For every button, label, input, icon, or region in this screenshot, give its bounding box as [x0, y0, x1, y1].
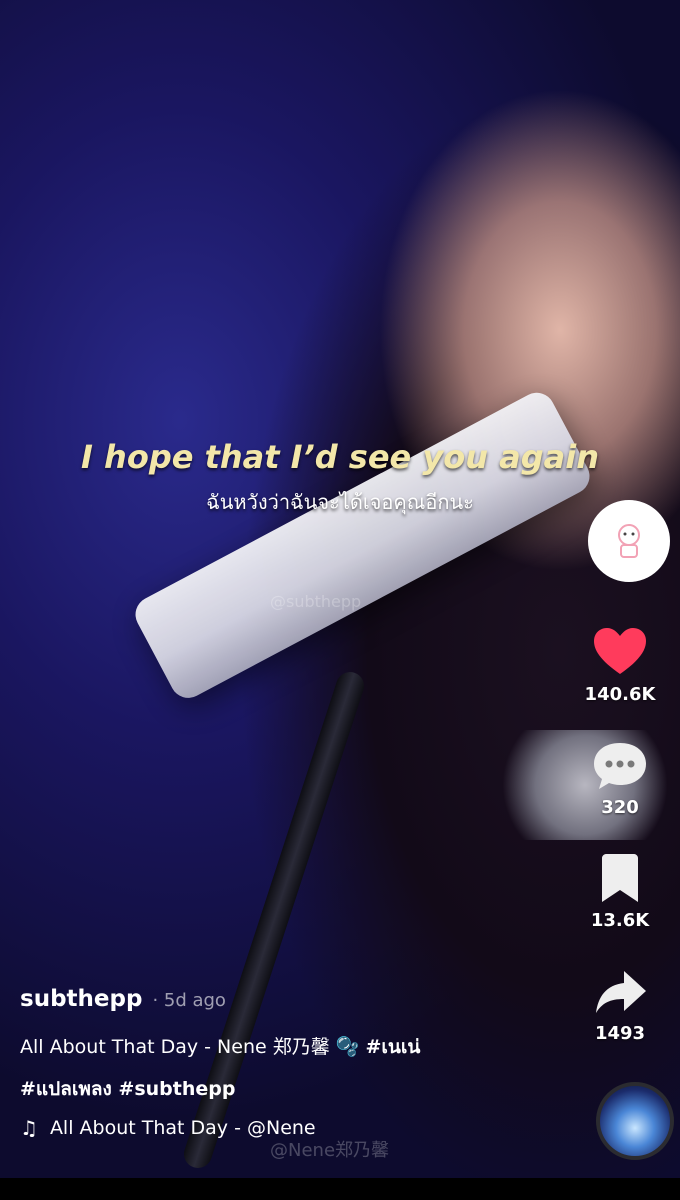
share-icon	[596, 971, 646, 1013]
share-count: 1493	[594, 1023, 646, 1044]
lyric-thai: ฉันหวังว่าฉันจะได้เจอคุณอีกนะ	[206, 490, 474, 514]
watermark: @subthepp	[270, 592, 362, 611]
user-line: subthepp · 5d ago	[20, 986, 580, 1012]
music-title: All About That Day - @Nene	[49, 1117, 316, 1139]
music-note-icon: ♫	[20, 1116, 38, 1140]
post-info: subthepp · 5d ago All About That Day - N…	[20, 986, 580, 1140]
caption-text: All About That Day - Nene 郑乃馨 🫧	[20, 1036, 360, 1058]
hashtag-nene[interactable]: #เนเน่	[365, 1036, 420, 1058]
comment-count: 320	[601, 797, 639, 818]
comment-icon	[594, 743, 646, 789]
avatar-icon	[618, 524, 640, 558]
music-info[interactable]: ♫ All About That Day - @Nene	[20, 1116, 580, 1140]
caption: All About That Day - Nene 郑乃馨 🫧 #เนเน่ #…	[20, 1026, 580, 1110]
bookmark-icon	[602, 854, 638, 902]
music-disc[interactable]	[596, 1082, 674, 1160]
bottom-bar	[0, 1178, 680, 1200]
bookmark-count: 13.6K	[590, 910, 650, 931]
bookmark-button[interactable]: 13.6K	[570, 848, 670, 931]
post-time: · 5d ago	[152, 990, 226, 1011]
comment-button[interactable]: 320	[570, 735, 670, 818]
creator-avatar[interactable]	[588, 500, 670, 582]
hashtags-translate[interactable]: #แปลเพลง #subthepp	[20, 1078, 235, 1100]
heart-icon	[594, 628, 646, 674]
like-button[interactable]: 140.6K	[570, 622, 670, 705]
lyrics-overlay: I hope that I’d see you again ฉันหวังว่า…	[0, 438, 680, 518]
like-count: 140.6K	[584, 684, 656, 705]
lyric-english: I hope that I’d see you again	[81, 438, 599, 476]
share-button[interactable]: 1493	[570, 961, 670, 1044]
username-link[interactable]: subthepp	[20, 986, 142, 1012]
